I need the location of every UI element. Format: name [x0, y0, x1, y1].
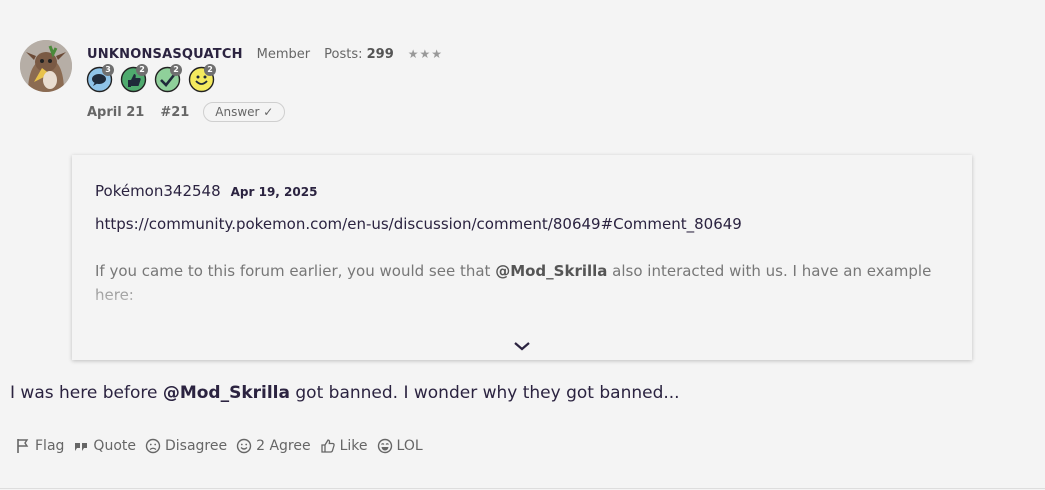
flag-button[interactable]: Flag [15, 438, 64, 454]
quote-fade [72, 275, 972, 330]
badge-list: 3 2 2 2 [86, 64, 216, 93]
avatar[interactable] [20, 40, 72, 92]
author-posts: Posts: 299 [324, 47, 394, 62]
rank-stars: ★★★ [407, 47, 444, 61]
quote-label: Quote [93, 438, 136, 454]
author-role: Member [256, 46, 311, 62]
smiley-badge-icon[interactable]: 2 [188, 64, 216, 93]
checkmark-badge-icon[interactable]: 2 [154, 64, 182, 93]
farfetchd-avatar-icon [20, 40, 72, 92]
posts-label: Posts: [324, 46, 363, 62]
badge-count: 2 [136, 64, 148, 76]
quote-date[interactable]: Apr 19, 2025 [231, 185, 318, 199]
post-body-prefix: I was here before [10, 383, 163, 403]
lol-label: LOL [396, 438, 423, 454]
badge-count: 2 [204, 64, 216, 76]
badge-count: 3 [102, 64, 114, 76]
quote-author[interactable]: Pokémon342548 [95, 182, 221, 200]
post-mention[interactable]: @Mod_Skrilla [163, 383, 290, 403]
reaction-bar: Flag Quote Disagree 2 Agree Like LOL [15, 438, 432, 454]
quote-header: Pokémon342548 Apr 19, 2025 [95, 182, 317, 200]
quote-link[interactable]: https://community.pokemon.com/en-us/disc… [95, 215, 742, 233]
quote-icon [75, 443, 88, 451]
posts-count: 299 [366, 46, 394, 62]
post-meta: April 21 #21 Answer ✓ [87, 102, 286, 122]
laugh-icon [377, 438, 392, 454]
quote-block: Pokémon342548 Apr 19, 2025 https://commu… [72, 155, 972, 360]
badge-count: 2 [170, 64, 182, 76]
quote-button[interactable]: Quote [73, 438, 136, 454]
like-button[interactable]: Like [320, 438, 368, 454]
disagree-label: Disagree [164, 438, 228, 454]
frown-icon [145, 438, 161, 454]
quote-expand-bar[interactable] [72, 326, 972, 360]
thumbs-up-badge-icon[interactable]: 2 [120, 64, 148, 93]
divider [0, 488, 1045, 489]
flag-icon [17, 439, 29, 453]
agree-label: 2 Agree [256, 438, 311, 454]
answer-button[interactable]: Answer ✓ [203, 102, 286, 122]
smile-icon [236, 438, 252, 454]
thumbs-up-icon [320, 439, 335, 453]
agree-button[interactable]: 2 Agree [236, 438, 311, 454]
post-body-suffix: got banned. I wonder why they got banned… [289, 383, 680, 403]
like-label: Like [339, 438, 368, 454]
author-username[interactable]: UNKNONSASQUATCH [87, 47, 243, 62]
disagree-button[interactable]: Disagree [145, 438, 227, 454]
post-date[interactable]: April 21 [87, 105, 144, 120]
flag-label: Flag [35, 438, 65, 454]
comment-badge-icon[interactable]: 3 [86, 64, 114, 93]
lol-button[interactable]: LOL [377, 438, 423, 454]
author-line: UNKNONSASQUATCH Member Posts: 299 ★★★ [87, 44, 443, 64]
post-number[interactable]: #21 [160, 105, 189, 120]
chevron-down-icon[interactable] [513, 340, 531, 352]
post-body: I was here before @Mod_Skrilla got banne… [10, 383, 680, 403]
